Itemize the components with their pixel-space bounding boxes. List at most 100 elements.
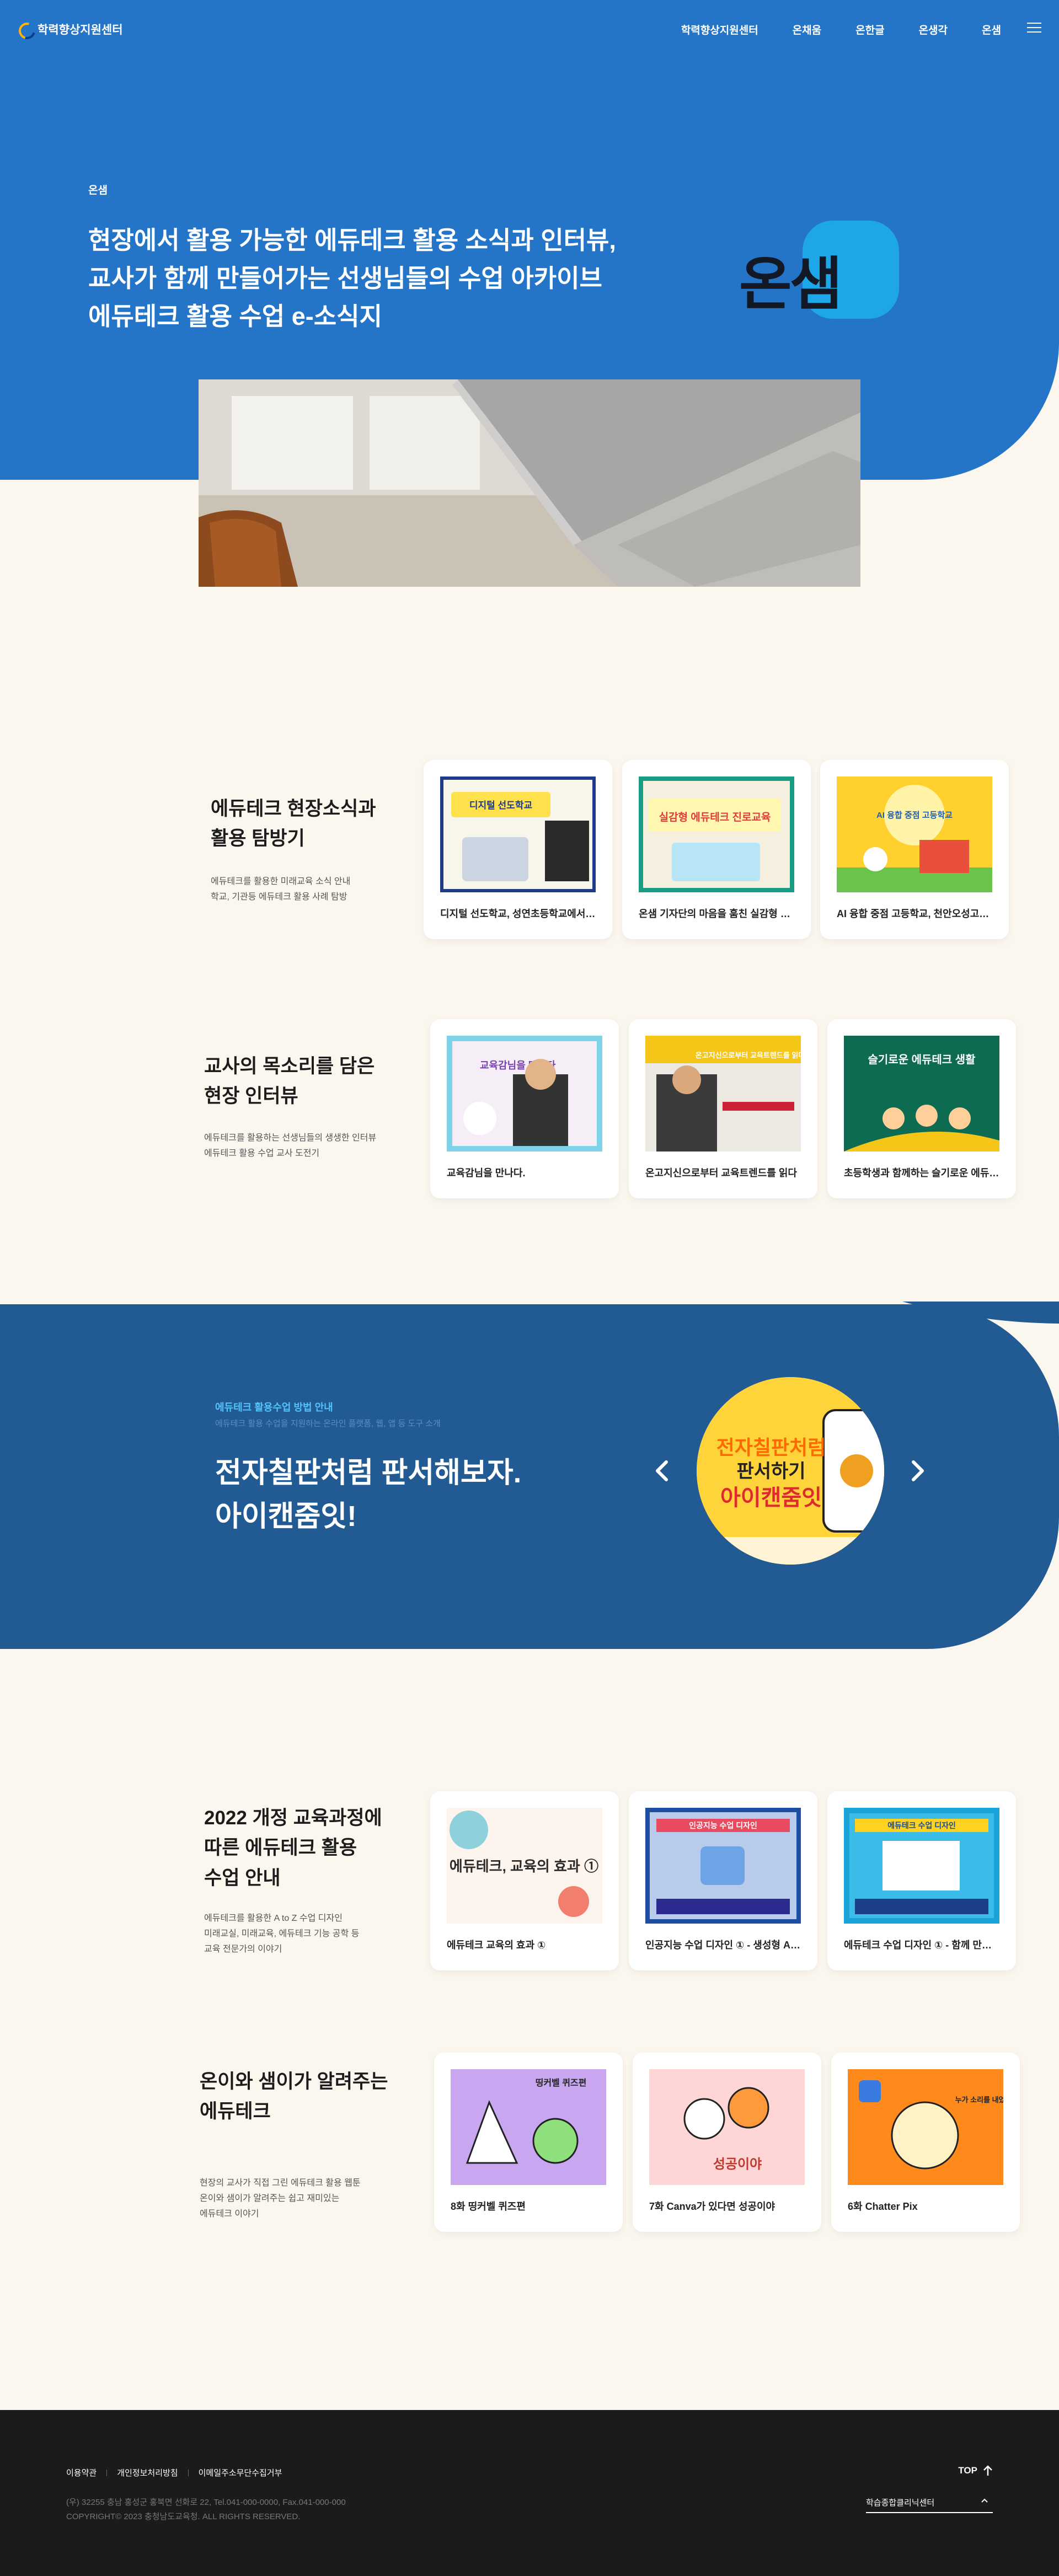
webtoon-card[interactable]: 성공이야 7화 Canva가 있다면 성공이야 bbox=[633, 2053, 821, 2232]
banner-image: 전자칠판처럼 판서하기 아이캔줌잇 bbox=[697, 1377, 884, 1565]
section-title-line: 현장 인터뷰 bbox=[204, 1085, 298, 1107]
section-desc: 에듀테크를 활용한 미래교육 소식 안내 학교, 기관등 에듀테크 활용 사례 … bbox=[211, 874, 350, 905]
card-caption: 인공지능 수업 디자인 ① - 생성형 AI 수업 bbox=[645, 1940, 802, 1951]
webtoon-card[interactable]: 누가 소리를 내었어? 6화 Chatter Pix bbox=[831, 2053, 1020, 2232]
footer-divider bbox=[188, 2469, 189, 2476]
section-desc: 에듀테크를 활용한 A to Z 수업 디자인 미래교실, 미래교육, 에듀테크… bbox=[204, 1911, 359, 1957]
family-site-select[interactable]: 학습종합클리닉센터 bbox=[866, 2491, 993, 2513]
footer-copyright: COPYRIGHT© 2023 충청남도교육청. ALL RIGHTS RESE… bbox=[66, 2512, 301, 2522]
card-thumbnail: 에듀테크, 교육의 효과 ① bbox=[447, 1808, 602, 1924]
logo-icon bbox=[17, 22, 32, 37]
card-thumbnail: 슬기로운 에듀테크 생활 bbox=[844, 1036, 999, 1152]
card-caption: 에듀테크 수업 디자인 ① - 함께 만드는 수업 bbox=[844, 1940, 1001, 1951]
card-thumb-text: 띵커벨 퀴즈편 bbox=[536, 2078, 587, 2088]
section-title-line: 에듀테크 bbox=[200, 2101, 271, 2123]
onsaem-badge: 온샘 bbox=[736, 221, 902, 320]
site-logo[interactable]: 학력향상지원센터 bbox=[17, 21, 123, 38]
card-thumb-text: 인공지능 수업 디자인 bbox=[689, 1821, 757, 1830]
section-desc: 현장의 교사가 직접 그린 에듀테크 활용 웹툰 온이와 샘이가 알려주는 쉽고… bbox=[200, 2176, 361, 2222]
interview-card[interactable]: 온고지신으로부터 교육트렌드를 읽다 온고지신으로부터 교육트렌드를 읽다 bbox=[629, 1019, 817, 1198]
hero-title-line: 교사가 함께 만들어가는 선생님들의 수업 아카이브 bbox=[88, 264, 602, 292]
logo-text: 학력향상지원센터 bbox=[38, 24, 123, 36]
curriculum-card[interactable]: 인공지능 수업 디자인 인공지능 수업 디자인 ① - 생성형 AI 수업 bbox=[629, 1791, 817, 1970]
chevron-right-icon[interactable] bbox=[905, 1459, 929, 1483]
card-caption: 교육감님을 만나다. bbox=[447, 1167, 526, 1179]
card-thumb-text: 성공이야 bbox=[713, 2157, 762, 2172]
news-card[interactable]: 디지털 선도학교 디지털 선도학교, 성연초등학교에서 세상을 새롭게 만나다 bbox=[424, 760, 612, 939]
nav-item-onsaem[interactable]: 온샘 bbox=[982, 22, 1001, 37]
webtoon-card[interactable]: 띵커벨 퀴즈편 8화 띵커벨 퀴즈편 bbox=[434, 2053, 623, 2232]
section-title-line: 온이와 샘이가 알려주는 bbox=[200, 2071, 388, 2092]
section-desc-line: 온이와 샘이가 알려주는 쉽고 재미있는 bbox=[200, 2194, 340, 2203]
card-thumbnail: 디지털 선도학교 bbox=[440, 776, 596, 892]
banner-subtitle: 에듀테크 활용 수업을 지원하는 온라인 플랫폼, 웹, 앱 등 도구 소개 bbox=[215, 1419, 441, 1428]
footer-link-privacy[interactable]: 개인정보처리방침 bbox=[117, 2467, 178, 2478]
banner-title-line: 전자칠판처럼 판서해보자. bbox=[215, 1457, 522, 1489]
family-site-label: 학습종합클리닉센터 bbox=[866, 2498, 935, 2508]
card-thumbnail: 띵커벨 퀴즈편 bbox=[451, 2069, 606, 2185]
section-desc-line: 미래교실, 미래교육, 에듀테크 기능 공학 등 bbox=[204, 1929, 360, 1938]
card-caption: 온샘 기자단의 마음을 훔친 실감형 에듀테크 진로교육 bbox=[639, 908, 795, 919]
footer-address-line: (우) 32255 충남 홍성군 홍북면 선화로 22, Tel.041-000… bbox=[66, 2498, 346, 2507]
footer-address: (우) 32255 충남 홍성군 홍북면 선화로 22, Tel.041-000… bbox=[66, 2495, 346, 2525]
section-desc: 에듀테크를 활용하는 선생님들의 생생한 인터뷰 에듀테크 활용 수업 교사 도… bbox=[204, 1131, 376, 1161]
global-nav: 학력향상지원센터 온채움 온한글 온생각 온샘 bbox=[681, 22, 1001, 37]
section-title-line: 따른 에듀테크 활용 bbox=[204, 1837, 357, 1859]
nav-item-onchaeum[interactable]: 온채움 bbox=[793, 22, 821, 37]
card-thumbnail: 누가 소리를 내었어? bbox=[848, 2069, 1003, 2185]
card-caption: 에듀테크 교육의 효과 ① bbox=[447, 1940, 546, 1951]
card-thumbnail: 에듀테크 수업 디자인 bbox=[844, 1808, 999, 1924]
hero-title-line: 현장에서 활용 가능한 에듀테크 활용 소식과 인터뷰, bbox=[88, 226, 616, 254]
banner-background bbox=[0, 1304, 1059, 1649]
nav-item-onhangeul[interactable]: 온한글 bbox=[855, 22, 884, 37]
menu-icon[interactable] bbox=[1027, 22, 1041, 33]
section-title: 교사의 목소리를 담은 현장 인터뷰 bbox=[204, 1052, 375, 1112]
card-thumbnail: 교육감님을 만나다 bbox=[447, 1036, 602, 1152]
hero-title: 현장에서 활용 가능한 에듀테크 활용 소식과 인터뷰, 교사가 함께 만들어가… bbox=[88, 222, 640, 336]
section-desc-line: 에듀테크를 활용한 미래교육 소식 안내 bbox=[211, 877, 351, 886]
card-caption: 8화 띵커벨 퀴즈편 bbox=[451, 2201, 526, 2212]
section-desc-line: 에듀테크 활용 수업 교사 도전기 bbox=[204, 1149, 320, 1158]
card-thumb-text: 디지털 선도학교 bbox=[469, 800, 533, 811]
hero-photo-laptop bbox=[199, 379, 860, 587]
card-thumbnail: 인공지능 수업 디자인 bbox=[645, 1808, 801, 1924]
card-thumb-text: 슬기로운 에듀테크 생활 bbox=[868, 1053, 976, 1066]
interview-card[interactable]: 교육감님을 만나다 교육감님을 만나다. bbox=[430, 1019, 619, 1198]
card-thumb-text: 에듀테크, 교육의 효과 ① bbox=[450, 1858, 598, 1875]
card-thumb-text: 누가 소리를 내었어? bbox=[955, 2096, 1003, 2104]
card-thumb-text: 온고지신으로부터 교육트렌드를 읽다 bbox=[696, 1051, 801, 1059]
card-caption: 온고지신으로부터 교육트렌드를 읽다 bbox=[645, 1167, 797, 1179]
section-desc-line: 에듀테크를 활용한 A to Z 수업 디자인 bbox=[204, 1914, 343, 1923]
news-card[interactable]: 실감형 에듀테크 진로교육 온샘 기자단의 마음을 훔친 실감형 에듀테크 진로… bbox=[622, 760, 811, 939]
chevron-left-icon[interactable] bbox=[651, 1459, 675, 1483]
chevron-up-icon bbox=[981, 2498, 988, 2503]
card-thumb-text: AI 융합 중점 고등학교 bbox=[876, 810, 953, 820]
top-button[interactable]: TOP bbox=[958, 2465, 993, 2476]
card-caption: AI 융합 중점 고등학교, 천안오성고등학교에 가다 bbox=[837, 908, 993, 919]
arrow-up-icon bbox=[983, 2465, 992, 2476]
footer-link-email-refusal[interactable]: 이메일주소무단수집거부 bbox=[199, 2467, 282, 2478]
site-footer: 이용약관 개인정보처리방침 이메일주소무단수집거부 (우) 32255 충남 홍… bbox=[0, 2410, 1059, 2576]
interview-card[interactable]: 슬기로운 에듀테크 생활 초등학생과 함께하는 슬기로운 에듀테크 생활 bbox=[827, 1019, 1016, 1198]
card-thumb-text: 실감형 에듀테크 진로교육 bbox=[659, 811, 771, 823]
footer-link-terms[interactable]: 이용약관 bbox=[66, 2467, 97, 2478]
nav-item-center[interactable]: 학력향상지원센터 bbox=[681, 22, 758, 37]
card-thumbnail: 온고지신으로부터 교육트렌드를 읽다 bbox=[645, 1036, 801, 1152]
section-title: 2022 개정 교육과정에 따른 에듀테크 활용 수업 안내 bbox=[204, 1803, 382, 1893]
news-card[interactable]: AI 융합 중점 고등학교 AI 융합 중점 고등학교, 천안오성고등학교에 가… bbox=[820, 760, 1009, 939]
nav-item-onsaenggak[interactable]: 온생각 bbox=[919, 22, 948, 37]
section-title-line: 에듀테크 현장소식과 bbox=[211, 798, 376, 820]
card-caption: 6화 Chatter Pix bbox=[848, 2201, 918, 2212]
footer-links: 이용약관 개인정보처리방침 이메일주소무단수집거부 bbox=[66, 2467, 282, 2478]
card-thumbnail: 실감형 에듀테크 진로교육 bbox=[639, 776, 794, 892]
card-caption: 7화 Canva가 있다면 성공이야 bbox=[649, 2201, 775, 2212]
section-title-line: 교사의 목소리를 담은 bbox=[204, 1056, 375, 1077]
card-thumb-text: 에듀테크 수업 디자인 bbox=[887, 1821, 956, 1830]
section-title: 에듀테크 현장소식과 활용 탐방기 bbox=[211, 794, 376, 854]
top-button-label: TOP bbox=[958, 2465, 977, 2476]
card-caption: 초등학생과 함께하는 슬기로운 에듀테크 생활 bbox=[844, 1167, 1001, 1179]
curriculum-card[interactable]: 에듀테크 수업 디자인 에듀테크 수업 디자인 ① - 함께 만드는 수업 bbox=[827, 1791, 1016, 1970]
curriculum-card[interactable]: 에듀테크, 교육의 효과 ① 에듀테크 교육의 효과 ① bbox=[430, 1791, 619, 1970]
banner-title: 전자칠판처럼 판서해보자. 아이캔줌잇! bbox=[215, 1452, 521, 1539]
section-desc-line: 현장의 교사가 직접 그린 에듀테크 활용 웹툰 bbox=[200, 2178, 361, 2188]
